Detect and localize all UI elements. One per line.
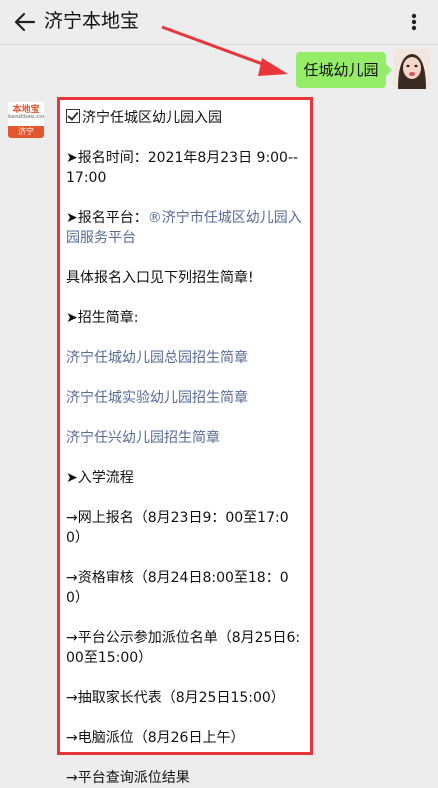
chat-title: 济宁本地宝 <box>44 10 140 32</box>
user-avatar[interactable] <box>394 49 430 89</box>
chat-header: 济宁本地宝 <box>0 0 438 45</box>
process-step: →网上报名（8月23日9：00至17:00） <box>66 510 289 546</box>
brochure-link-shiyan[interactable]: 济宁任城实验幼儿园招生简章 <box>66 388 304 408</box>
bendibao-logo: 本地宝 bendibao.com <box>8 102 44 126</box>
user-message-text: 任城幼儿园 <box>303 61 379 79</box>
reply-message-bubble: 济宁任城区幼儿园入园 ➤报名时间：2021年8月23日 9:00--17:00 … <box>57 97 313 786</box>
reply-line-note: 具体报名入口见下列招生简章! <box>66 270 254 286</box>
reply-line-process-heading: ➤入学流程 <box>66 470 134 486</box>
more-icon[interactable] <box>398 6 430 38</box>
user-message-bubble[interactable]: 任城幼儿园 <box>296 52 392 88</box>
process-step: →资格审核（8月24日8:00至18：00） <box>66 570 289 606</box>
process-step: →电脑派位（8月26日上午） <box>66 730 245 746</box>
bot-avatar-city: 济宁 <box>8 126 44 138</box>
process-step: →抽取家长代表（8月25日15:00） <box>66 690 285 706</box>
brochure-link-zongyuan[interactable]: 济宁任城幼儿园总园招生简章 <box>66 348 304 368</box>
reply-line-brochure-heading: ➤招生简章: <box>66 310 139 326</box>
bot-avatar[interactable]: 本地宝 bendibao.com 济宁 <box>8 102 44 138</box>
reply-line-platform: ➤报名平台：®济宁市任城区幼儿园入园服务平台 <box>66 210 302 246</box>
reply-heading: 济宁任城区幼儿园入园 <box>66 108 304 128</box>
brochure-link-renxing[interactable]: 济宁任兴幼儿园招生简章 <box>66 428 304 448</box>
reply-line-time: ➤报名时间：2021年8月23日 9:00--17:00 <box>66 150 299 186</box>
back-arrow-icon[interactable] <box>10 8 38 36</box>
process-step: →平台公示参加派位名单（8月25日6:00至15:00） <box>66 630 301 666</box>
process-step: →平台查询派位结果 <box>66 770 190 786</box>
checkbox-icon <box>66 109 80 123</box>
